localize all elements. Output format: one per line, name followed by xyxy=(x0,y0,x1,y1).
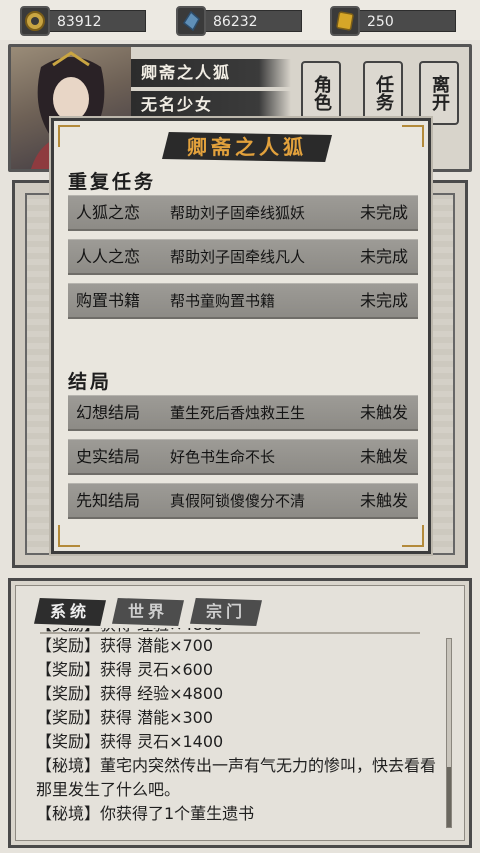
ending-name: 先知结局 xyxy=(76,491,141,510)
ending-desc: 真假阿锁傻傻分不清 xyxy=(170,492,306,510)
ending-name: 幻想结局 xyxy=(76,403,141,422)
log-scrollbar[interactable] xyxy=(446,638,452,828)
corner-ornament xyxy=(58,525,80,547)
quest-status: 未完成 xyxy=(359,203,408,222)
quest-desc: 帮助刘子固牵线凡人 xyxy=(170,248,306,266)
quest-row[interactable]: 购置书籍 帮书童购置书籍 未完成 xyxy=(68,283,418,319)
log-line: 【秘境】董宅内突然传出一声有气无力的惨叫，快去看看那里发生了什么吧。 xyxy=(36,756,437,799)
resource-bar: 83912 86232 250 xyxy=(0,0,480,40)
role-button[interactable]: 角色 xyxy=(301,61,341,125)
tab-divider xyxy=(40,632,420,634)
message-log-panel: 【奖励】获得 经验×4800 【奖励】获得 潜能×700 【奖励】获得 灵石×6… xyxy=(8,578,472,848)
quest-button[interactable]: 任务 xyxy=(363,61,403,125)
log-line: 【奖励】获得 潜能×300 xyxy=(36,708,214,727)
tab-world[interactable]: 世界 xyxy=(112,598,184,626)
ending-status: 未触发 xyxy=(359,491,408,510)
log-scroll-thumb[interactable] xyxy=(447,767,451,827)
ending-desc: 好色书生命不长 xyxy=(170,448,276,466)
character-subtitle: 无名少女 xyxy=(131,91,291,119)
ending-status: 未触发 xyxy=(359,447,408,466)
ending-desc: 董生死后香烛救王生 xyxy=(170,404,306,422)
quest-desc: 帮书童购置书籍 xyxy=(170,292,276,310)
gold-ingot-icon xyxy=(330,6,360,36)
quest-desc: 帮助刘子固牵线狐妖 xyxy=(170,204,306,222)
quest-name: 购置书籍 xyxy=(76,291,141,310)
repeat-quest-heading: 重复任务 xyxy=(68,171,157,193)
quest-row[interactable]: 人狐之恋 帮助刘子固牵线狐妖 未完成 xyxy=(68,195,418,231)
ending-heading: 结局 xyxy=(68,371,113,393)
ending-name: 史实结局 xyxy=(76,447,141,466)
corner-ornament xyxy=(402,125,424,147)
leave-button[interactable]: 离开 xyxy=(419,61,459,125)
message-log-inner: 【奖励】获得 经验×4800 【奖励】获得 潜能×700 【奖励】获得 灵石×6… xyxy=(15,585,465,841)
quest-modal: 卿斋之人狐 重复任务 人狐之恋 帮助刘子固牵线狐妖 未完成 人人之恋 帮助刘子固… xyxy=(51,118,431,554)
log-line: 【奖励】获得 灵石×600 xyxy=(36,660,214,679)
ending-row[interactable]: 先知结局 真假阿锁傻傻分不清 未触发 xyxy=(68,483,418,519)
coin-icon xyxy=(20,6,50,36)
ending-row[interactable]: 幻想结局 董生死后香烛救王生 未触发 xyxy=(68,395,418,431)
character-name: 卿斋之人狐 xyxy=(131,59,291,87)
tab-sect[interactable]: 宗门 xyxy=(190,598,262,626)
quest-status: 未完成 xyxy=(359,247,408,266)
modal-title: 卿斋之人狐 xyxy=(162,132,332,162)
quest-name: 人狐之恋 xyxy=(76,203,141,222)
log-line: 【秘境】你获得了1个董生遗书 xyxy=(36,804,255,823)
quest-status: 未完成 xyxy=(359,291,408,310)
coin-value: 83912 xyxy=(46,10,146,32)
gold-value: 250 xyxy=(356,10,456,32)
log-line: 【奖励】获得 灵石×1400 xyxy=(36,732,224,751)
ending-status: 未触发 xyxy=(359,403,408,422)
log-line: 【奖励】获得 潜能×700 xyxy=(36,636,214,655)
crystal-icon xyxy=(176,6,206,36)
quest-row[interactable]: 人人之恋 帮助刘子固牵线凡人 未完成 xyxy=(68,239,418,275)
message-log[interactable]: 【奖励】获得 经验×4800 【奖励】获得 潜能×700 【奖励】获得 灵石×6… xyxy=(36,622,441,826)
corner-ornament xyxy=(402,525,424,547)
crystal-value: 86232 xyxy=(202,10,302,32)
corner-ornament xyxy=(58,125,80,147)
ending-row[interactable]: 史实结局 好色书生命不长 未触发 xyxy=(68,439,418,475)
log-line: 【奖励】获得 经验×4800 xyxy=(36,684,224,703)
tab-system[interactable]: 系统 xyxy=(34,598,106,626)
quest-name: 人人之恋 xyxy=(76,247,141,266)
